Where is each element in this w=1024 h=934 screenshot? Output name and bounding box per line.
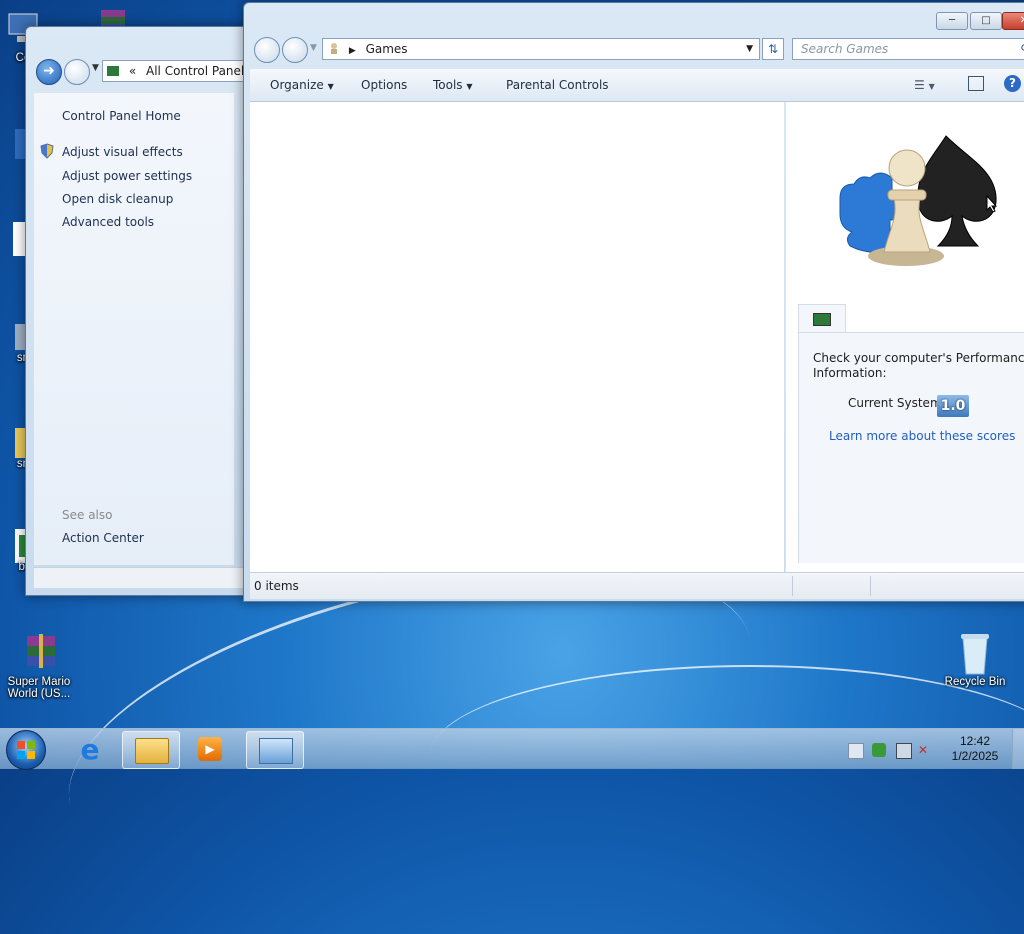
breadcrumb-chevron[interactable]: « xyxy=(129,64,136,78)
score-badge: 1.0 xyxy=(937,395,969,417)
search-placeholder: Search Games xyxy=(801,42,889,56)
minimize-icon: ─ xyxy=(948,15,956,26)
games-status-bar: 0 items xyxy=(250,572,1024,599)
control-panel-address-bar[interactable]: « All Control Panel It xyxy=(102,60,254,82)
refresh-icon: ⇅ xyxy=(767,42,779,56)
status-divider xyxy=(792,576,793,596)
taskbar-windows-explorer[interactable] xyxy=(122,731,180,769)
performance-icon xyxy=(813,313,831,326)
windows-explorer-icon xyxy=(135,738,169,764)
desktop-icon-label: Super Mario World (US... xyxy=(7,676,71,700)
mouse-cursor-icon xyxy=(986,194,998,216)
learn-more-link[interactable]: Learn more about these scores xyxy=(829,429,1015,443)
close-button[interactable]: ✕ xyxy=(1002,12,1024,30)
games-explorer-logo-icon xyxy=(828,128,1008,278)
desktop-icon-label: Recycle Bin xyxy=(944,676,1006,688)
chevron-down-icon: ▼ xyxy=(327,82,334,91)
start-button[interactable] xyxy=(6,730,46,770)
search-input[interactable]: Search Games ⚲ xyxy=(792,38,1024,60)
games-window[interactable]: ─ □ ✕ ▼ ▶ Games ▼ ⇅ Search Games ⚲ Organ… xyxy=(243,2,1024,602)
adjust-visual-effects-link[interactable]: Adjust visual effects xyxy=(62,145,183,159)
minimize-button[interactable]: ─ xyxy=(936,12,968,30)
item-count: 0 items xyxy=(254,579,299,593)
taskbar: e ▶ ✕ 12:42 1/2/2025 xyxy=(0,728,1024,770)
history-dropdown-icon[interactable]: ▼ xyxy=(92,63,99,73)
adjust-power-settings-link[interactable]: Adjust power settings xyxy=(62,169,192,183)
preview-pane: Check your computer's Performance Inform… xyxy=(785,102,1024,572)
recycle-bin-icon xyxy=(955,632,995,675)
performance-info-panel: Check your computer's Performance Inform… xyxy=(798,332,1024,563)
security-tray-icon[interactable] xyxy=(872,743,886,757)
back-arrow-icon: ➜ xyxy=(43,63,55,79)
desktop-icon-super-mario[interactable]: Super Mario World (US... xyxy=(2,632,76,700)
control-panel-nav: ➜ ▼ « All Control Panel It xyxy=(32,57,256,85)
tools-menu[interactable]: Tools ▼ xyxy=(433,78,473,92)
help-icon[interactable]: ? xyxy=(1004,75,1021,92)
clock-date: 1/2/2025 xyxy=(951,749,999,763)
command-bar: Organize ▼ Options Tools ▼ Parental Cont… xyxy=(250,69,1024,102)
control-panel-icon xyxy=(107,66,119,76)
performance-description: Check your computer's Performance Inform… xyxy=(813,351,1024,380)
chevron-down-icon: ▼ xyxy=(466,82,473,91)
clock-time: 12:42 xyxy=(959,734,991,748)
organize-menu[interactable]: Organize ▼ xyxy=(270,78,334,92)
parental-controls-button[interactable]: Parental Controls xyxy=(506,78,609,92)
games-folder-icon xyxy=(327,41,341,55)
shield-icon xyxy=(40,143,54,159)
breadcrumb[interactable]: Games xyxy=(366,42,408,56)
close-icon: ✕ xyxy=(1020,15,1024,26)
media-player-icon: ▶ xyxy=(198,737,222,761)
history-dropdown-icon[interactable]: ▼ xyxy=(310,43,317,53)
open-disk-cleanup-link[interactable]: Open disk cleanup xyxy=(62,192,173,206)
advanced-tools-link[interactable]: Advanced tools xyxy=(62,215,154,229)
refresh-button[interactable]: ⇅ xyxy=(762,38,784,60)
clock[interactable]: 12:42 1/2/2025 xyxy=(940,734,1010,764)
current-system-label: Current System xyxy=(848,396,942,410)
forward-button[interactable] xyxy=(282,37,308,63)
breadcrumb-arrow-icon[interactable]: ▶ xyxy=(349,46,356,56)
search-icon[interactable]: ⚲ xyxy=(1020,39,1024,59)
taskbar-internet-explorer[interactable]: e xyxy=(62,731,118,767)
games-address-bar[interactable]: ▶ Games ▼ xyxy=(322,38,760,60)
network-tray-icon[interactable] xyxy=(896,743,912,759)
winrar-archive-icon xyxy=(19,632,59,672)
desktop-icon-recycle-bin[interactable]: Recycle Bin xyxy=(938,632,1012,688)
see-also-heading: See also xyxy=(62,508,113,522)
taskbar-control-panel[interactable] xyxy=(246,731,304,769)
volume-muted-icon[interactable]: ✕ xyxy=(918,743,932,757)
windows-logo-icon xyxy=(17,741,35,759)
performance-tab[interactable] xyxy=(798,304,846,333)
breadcrumb[interactable]: All Control Panel It xyxy=(146,64,253,78)
maximize-button[interactable]: □ xyxy=(970,12,1002,30)
back-button[interactable] xyxy=(254,37,280,63)
taskbar-media-player[interactable]: ▶ xyxy=(184,731,240,767)
action-center-tray-icon[interactable] xyxy=(848,743,864,759)
view-options-icon[interactable]: ☰ ▼ xyxy=(914,78,935,92)
control-panel-home-link[interactable]: Control Panel Home xyxy=(62,109,181,123)
show-desktop-button[interactable] xyxy=(1012,729,1024,769)
back-button[interactable]: ➜ xyxy=(36,59,62,85)
performance-icon xyxy=(259,738,293,764)
forward-button[interactable] xyxy=(64,59,90,85)
games-list-area[interactable] xyxy=(250,102,784,572)
action-center-link[interactable]: Action Center xyxy=(62,531,144,545)
maximize-icon: □ xyxy=(981,15,991,26)
address-dropdown-icon[interactable]: ▼ xyxy=(746,39,753,59)
control-panel-status-bar xyxy=(34,567,244,588)
control-panel-sidebar: Control Panel Home Adjust visual effects… xyxy=(34,93,234,565)
preview-pane-icon[interactable] xyxy=(968,76,984,91)
internet-explorer-icon: e xyxy=(80,733,100,766)
control-panel-window[interactable]: ➜ ▼ « All Control Panel It Control Panel… xyxy=(25,26,257,596)
status-divider xyxy=(870,576,871,596)
options-button[interactable]: Options xyxy=(361,78,407,92)
